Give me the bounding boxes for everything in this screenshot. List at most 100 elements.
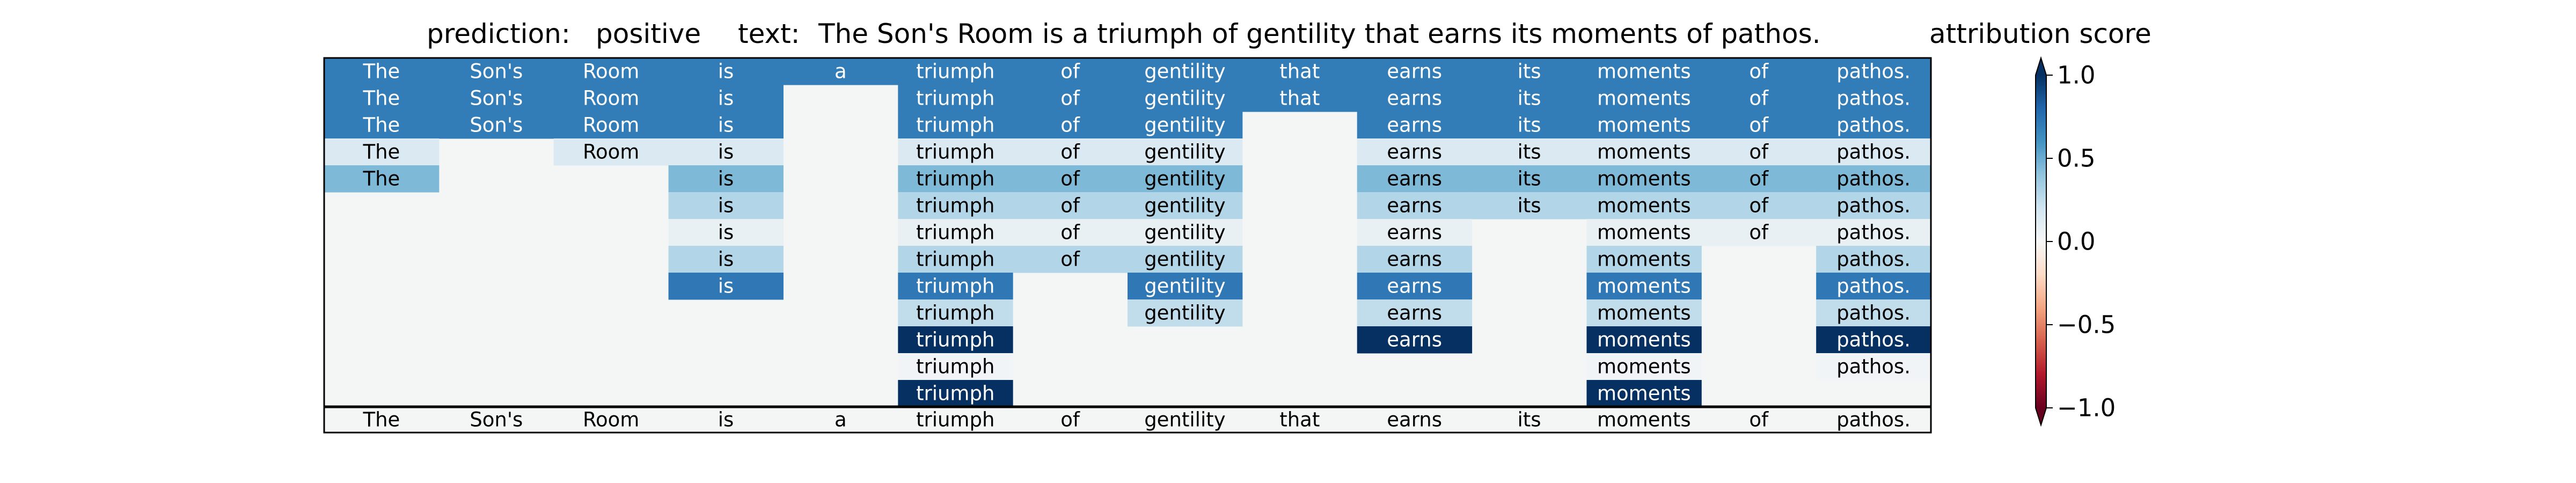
cell-token-label: moments xyxy=(1597,194,1691,217)
cell-token-label: of xyxy=(1060,248,1080,271)
cell-token-label: triumph xyxy=(916,141,994,164)
cell-token-label: pathos. xyxy=(1836,248,1911,271)
cell-token-label: earns xyxy=(1387,194,1442,217)
cell-token-label: is xyxy=(718,221,734,244)
reference-token-label: of xyxy=(1749,408,1769,431)
reference-token-label: earns xyxy=(1387,408,1442,431)
colorbar-tick-label: 0.5 xyxy=(2057,144,2096,173)
cell-token-label: of xyxy=(1060,114,1080,137)
cell-token-label: pathos. xyxy=(1836,87,1911,110)
cell-token-label: is xyxy=(718,167,734,191)
cell-token-label: a xyxy=(835,60,847,83)
reference-token-label: that xyxy=(1279,408,1320,431)
cell-token-label: triumph xyxy=(916,302,994,325)
cell-token-label: is xyxy=(718,87,734,110)
cell-token-label: Room xyxy=(583,87,639,110)
reference-token-label: The xyxy=(363,408,400,431)
colorbar-tick-label: −0.5 xyxy=(2057,311,2116,339)
cell-token-label: gentility xyxy=(1144,275,1225,298)
cell-token-label: gentility xyxy=(1144,221,1225,244)
cell-token-label: Son's xyxy=(470,87,523,110)
cell-token-label: triumph xyxy=(916,382,994,405)
cell-token-label: is xyxy=(718,248,734,271)
cell-token-label: triumph xyxy=(916,194,994,217)
cell-token-label: moments xyxy=(1597,248,1691,271)
reference-token-label: Room xyxy=(583,408,639,431)
cell-token-label: gentility xyxy=(1144,194,1225,217)
cell-token-label: of xyxy=(1749,141,1769,164)
cell-token-label: triumph xyxy=(916,328,994,352)
cell-token-label: of xyxy=(1060,194,1080,217)
reference-token-label: its xyxy=(1517,408,1541,431)
cell-token-label: Room xyxy=(583,114,639,137)
reference-token-label: pathos. xyxy=(1836,408,1911,431)
reference-token-label: moments xyxy=(1597,408,1691,431)
cell-token-label: triumph xyxy=(916,221,994,244)
cell-token-label: earns xyxy=(1387,328,1442,352)
cell-token-label: of xyxy=(1060,221,1080,244)
cell-token-label: of xyxy=(1060,87,1080,110)
cell-token-label: earns xyxy=(1387,275,1442,298)
cell-token-label: is xyxy=(718,141,734,164)
cell-token-label: earns xyxy=(1387,167,1442,191)
cell-token-label: moments xyxy=(1597,221,1691,244)
cell-token-label: its xyxy=(1517,60,1541,83)
cell-token-label: The xyxy=(363,87,400,110)
cell-token-label: is xyxy=(718,194,734,217)
cell-token-label: earns xyxy=(1387,114,1442,137)
cell-token-label: triumph xyxy=(916,87,994,110)
cell-token-label: of xyxy=(1749,194,1769,217)
cell-token-label: pathos. xyxy=(1836,167,1911,191)
cell-token-label: moments xyxy=(1597,382,1691,405)
cell-token-label: moments xyxy=(1597,275,1691,298)
colorbar-tick-label: 1.0 xyxy=(2057,61,2096,90)
cell-token-label: pathos. xyxy=(1836,114,1911,137)
cell-token-label: gentility xyxy=(1144,248,1225,271)
cell-token-label: earns xyxy=(1387,221,1442,244)
attribution-heatmap: The Son's Room is a triumph of gentility that ear… xyxy=(323,57,1932,434)
cell-token-label: pathos. xyxy=(1836,194,1911,217)
text-label: text: xyxy=(738,18,800,49)
cell-token-label: moments xyxy=(1597,328,1691,352)
cell-token-label: of xyxy=(1749,60,1769,83)
text-value: The Son's Room is a triumph of gentility… xyxy=(818,18,1821,49)
cell-token-label: of xyxy=(1060,141,1080,164)
cell-token-label: moments xyxy=(1597,114,1691,137)
cell-token-label: moments xyxy=(1597,87,1691,110)
cell-token-label: of xyxy=(1749,114,1769,137)
reference-token-label: a xyxy=(835,408,847,431)
cell-token-label: moments xyxy=(1597,60,1691,83)
cell-token-label: Son's xyxy=(470,114,523,137)
cell-token-label: The xyxy=(363,141,400,164)
cell-token-label: pathos. xyxy=(1836,355,1911,378)
cell-token-label: The xyxy=(363,167,400,191)
cell-token-label: triumph xyxy=(916,248,994,271)
cell-token-label: earns xyxy=(1387,302,1442,325)
cell-token-label: earns xyxy=(1387,87,1442,110)
colorbar-extend-min xyxy=(2036,408,2046,425)
cell-token-label: pathos. xyxy=(1836,221,1911,244)
cell-token-label: gentility xyxy=(1144,114,1225,137)
colorbar-extend-max xyxy=(2036,58,2046,75)
cell-token-label: of xyxy=(1060,60,1080,83)
cell-token-label: gentility xyxy=(1144,141,1225,164)
cell-token-label: its xyxy=(1517,114,1541,137)
colorbar-tick-label: −1.0 xyxy=(2057,394,2116,422)
cell-token-label: Room xyxy=(583,60,639,83)
cell-token-label: Room xyxy=(583,141,639,164)
cell-token-label: triumph xyxy=(916,167,994,191)
cell-token-label: triumph xyxy=(916,60,994,83)
cell-token-label: gentility xyxy=(1144,60,1225,83)
cell-token-label: gentility xyxy=(1144,87,1225,110)
cell-token-label: that xyxy=(1279,87,1320,110)
reference-token-label: gentility xyxy=(1144,408,1225,431)
cell-token-label: of xyxy=(1060,167,1080,191)
cell-token-label: of xyxy=(1749,221,1769,244)
colorbar: 1.0 0.5 0.0 −0.5 −1.0 xyxy=(2035,56,2116,427)
cell-token-label: earns xyxy=(1387,60,1442,83)
cell-token-label: gentility xyxy=(1144,302,1225,325)
colorbar-title: attribution score xyxy=(1929,18,2151,49)
attribution-figure: prediction: positive text: The Son's Roo… xyxy=(323,18,2151,434)
cell-token-label: is xyxy=(718,114,734,137)
cell-token-label: is xyxy=(718,275,734,298)
